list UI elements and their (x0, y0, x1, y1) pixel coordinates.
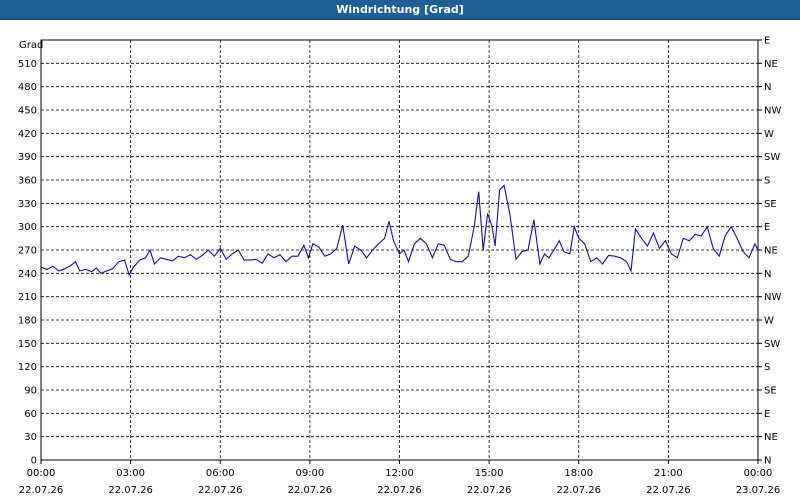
x-axis: 00:00 22.07.26 03:00 22.07.26 06:00 22.07.26 0… (19, 460, 781, 496)
x-tick-time-label: 21:00 (654, 468, 683, 479)
y-right-tick-label: S (764, 362, 770, 373)
y-tick-label: 210 (18, 292, 37, 303)
series-layer (41, 184, 758, 277)
x-tick-time-label: 12:00 (385, 468, 414, 479)
y-tick-label: 450 (18, 106, 37, 117)
y-tick-label: 270 (18, 246, 37, 257)
y-right-tick-label: S (764, 176, 770, 187)
y-right-tick-label: N (764, 456, 771, 467)
x-tick-date-label: 22.07.26 (198, 485, 243, 496)
y-axis-label: Grad (19, 40, 43, 51)
x-tick-date-label: 22.07.26 (288, 485, 333, 496)
y-tick-label: 150 (18, 339, 37, 350)
x-tick-time-label: 00:00 (744, 468, 773, 479)
y-tick-label: 120 (18, 362, 37, 373)
y-tick-label: 60 (24, 409, 37, 420)
y-right-tick-label: SE (764, 199, 777, 210)
y-tick-label: 390 (18, 152, 37, 163)
y-tick-label: 30 (24, 432, 37, 443)
y-tick-label: 420 (18, 129, 37, 140)
series-line (41, 184, 758, 277)
x-tick-date-label: 22.07.26 (646, 485, 691, 496)
y-right-tick-label: E (764, 222, 770, 233)
y-right-tick-label: N (764, 269, 771, 280)
y-tick-label: 90 (24, 386, 37, 397)
y-right-tick-label: SW (764, 339, 780, 350)
x-tick-time-label: 03:00 (116, 468, 145, 479)
y-right-tick-label: SW (764, 152, 780, 163)
y-right-tick-label: W (764, 129, 774, 140)
y-tick-label: 480 (18, 82, 37, 93)
y-tick-label: 360 (18, 176, 37, 187)
y-right-tick-label: N (764, 82, 771, 93)
chart-area: 0 30 60 90 120 150 180 210 240 270 300 330 360 390 420… (0, 20, 800, 500)
x-tick-time-label: 15:00 (475, 468, 504, 479)
y-axis-right: N NE E SE S SW W NW N NE E SE S SW W NW N NE E (758, 36, 781, 467)
y-right-tick-label: W (764, 316, 774, 327)
y-axis-left: 0 30 60 90 120 150 180 210 240 270 300 330 360 390 420… (18, 59, 37, 467)
y-tick-label: 510 (18, 59, 37, 70)
chart-title: Windrichtung [Grad] (0, 0, 800, 20)
y-tick-label: 330 (18, 199, 37, 210)
x-tick-time-label: 18:00 (564, 468, 593, 479)
y-right-tick-label: NE (764, 246, 778, 257)
line-chart: 0 30 60 90 120 150 180 210 240 270 300 330 360 390 420… (18, 36, 782, 497)
x-tick-date-label: 22.07.26 (556, 485, 601, 496)
y-tick-label: 300 (18, 222, 37, 233)
y-tick-label: 0 (31, 456, 37, 467)
x-tick-date-label: 22.07.26 (108, 485, 153, 496)
x-tick-time-label: 06:00 (206, 468, 235, 479)
x-tick-date-label: 22.07.26 (19, 485, 64, 496)
y-tick-label: 240 (18, 269, 37, 280)
y-right-tick-label: E (764, 409, 770, 420)
grid (41, 40, 758, 460)
y-right-tick-label: NW (764, 106, 781, 117)
y-right-tick-label: NW (764, 292, 781, 303)
y-right-tick-label: NE (764, 59, 778, 70)
y-right-tick-label: NE (764, 432, 778, 443)
y-tick-label: 180 (18, 316, 37, 327)
x-tick-date-label: 23.07.26 (736, 485, 781, 496)
y-right-tick-label: SE (764, 386, 777, 397)
x-tick-date-label: 22.07.26 (467, 485, 512, 496)
x-tick-time-label: 09:00 (295, 468, 324, 479)
x-tick-time-label: 00:00 (27, 468, 56, 479)
y-right-tick-label: E (764, 36, 770, 47)
x-tick-date-label: 22.07.26 (377, 485, 422, 496)
